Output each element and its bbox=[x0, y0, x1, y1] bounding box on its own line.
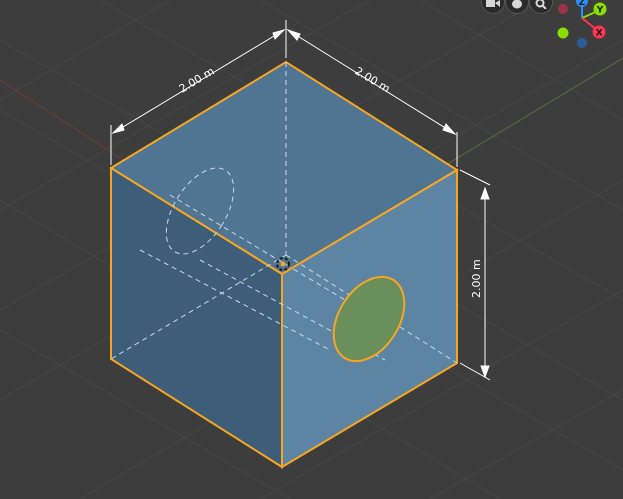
gizmo-y-label: Y bbox=[596, 6, 604, 16]
3d-viewport[interactable]: 2.00 m 2.00 m 2.00 m Z Y X bbox=[0, 0, 623, 499]
gizmo-x-label: X bbox=[596, 29, 603, 39]
dimension-depth-label: 2.00 m bbox=[352, 64, 392, 95]
gizmo-neg-z-handle[interactable] bbox=[577, 38, 587, 48]
hand-pan-icon bbox=[512, 0, 522, 9]
dimension-height-label: 2.00 m bbox=[470, 259, 483, 298]
camera-icon bbox=[486, 0, 500, 7]
zoom-icon bbox=[535, 0, 547, 9]
navigation-gizmo[interactable]: Z Y X bbox=[557, 0, 607, 48]
gizmo-neg-x-handle[interactable] bbox=[558, 4, 568, 14]
gizmo-neg-y-handle[interactable] bbox=[557, 27, 569, 39]
gizmo-z-label: Z bbox=[579, 0, 586, 8]
